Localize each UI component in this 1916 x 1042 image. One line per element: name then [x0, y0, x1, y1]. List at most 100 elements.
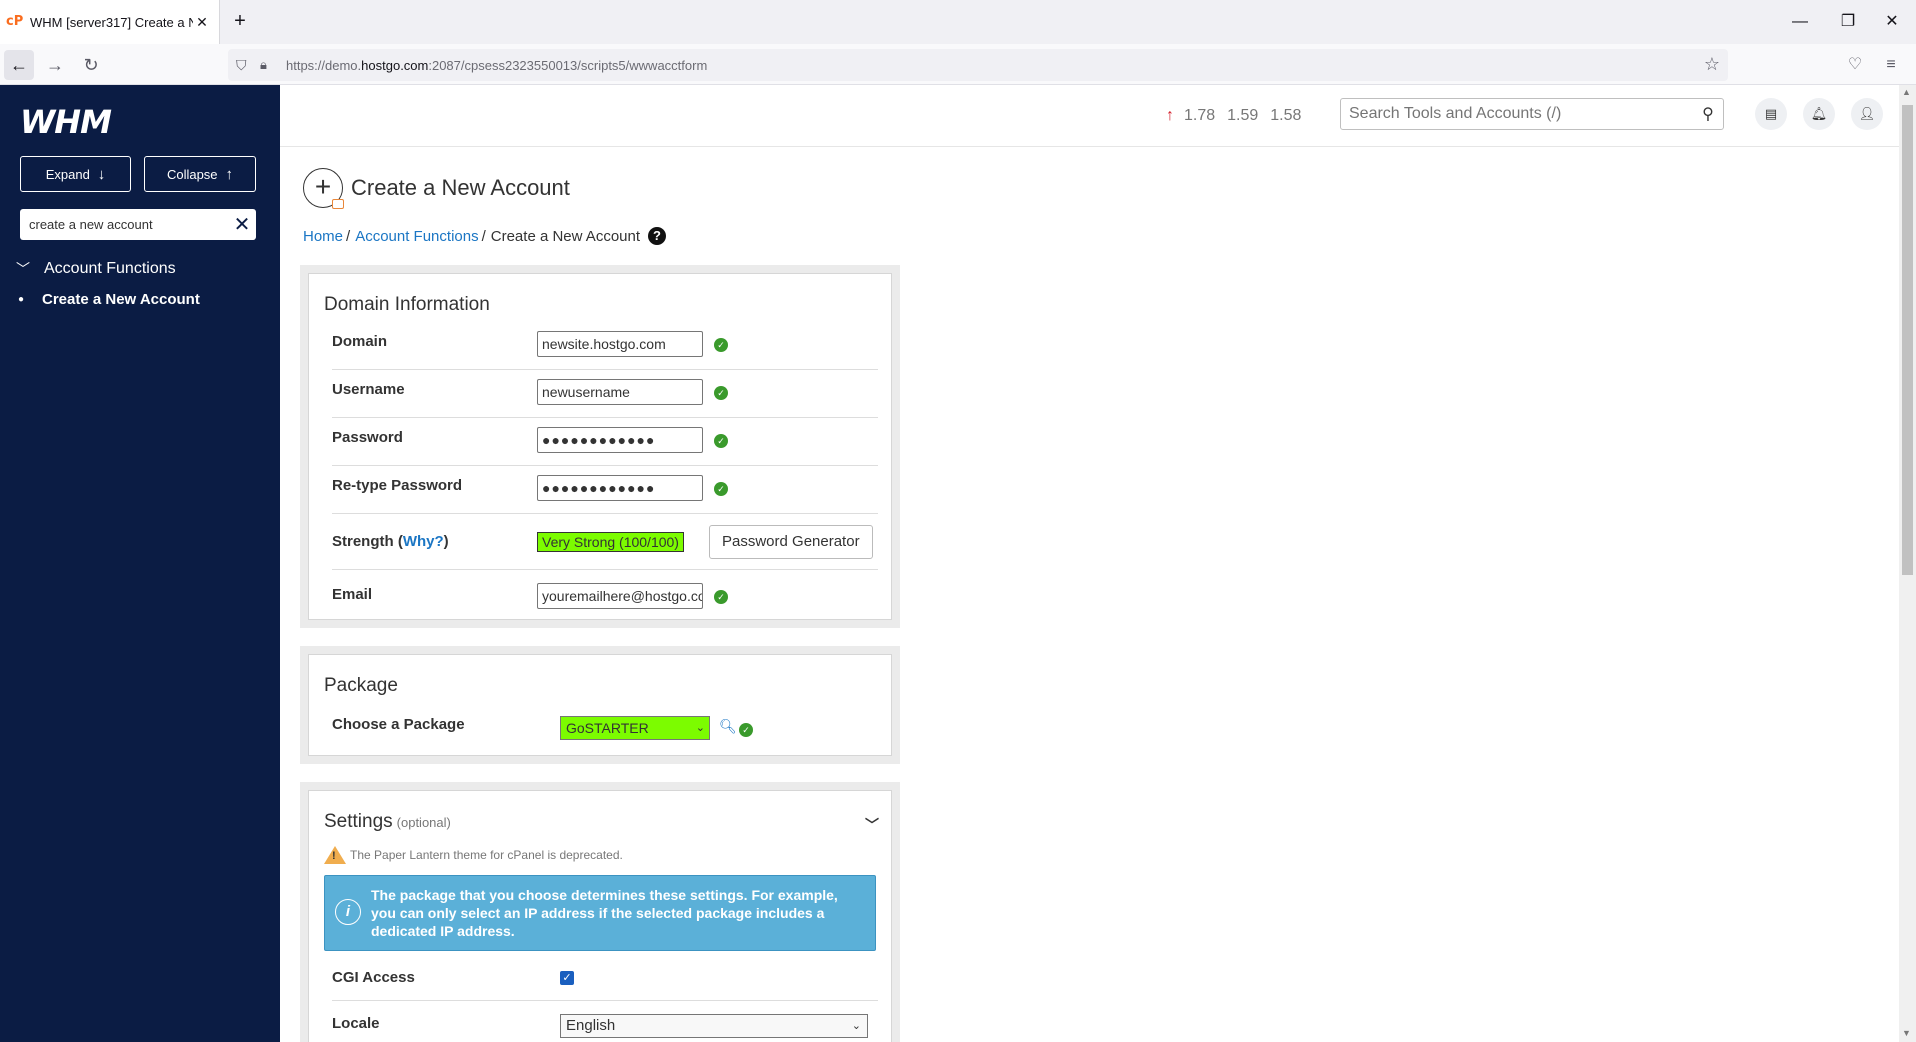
sidebar-item-create-account[interactable]: ● Create a New Account: [18, 291, 200, 308]
url-bar[interactable]: ⛉ 🔒︎ https://demo.hostgo.com:2087/cpsess…: [228, 49, 1728, 81]
restore-icon[interactable]: ❐: [1828, 8, 1868, 36]
sidebar-filter: ✕: [20, 209, 256, 240]
browser-tab[interactable]: cP WHM [server317] Create a New ✕: [0, 0, 220, 44]
locale-selected: English: [566, 1017, 616, 1034]
settings-info-text: The package that you choose determines t…: [371, 887, 838, 939]
check-icon: ✓: [714, 338, 728, 352]
check-icon: ✓: [714, 386, 728, 400]
new-tab-button[interactable]: +: [228, 10, 252, 34]
deprecation-warning-text: The Paper Lantern theme for cPanel is de…: [350, 848, 623, 862]
page-scrollbar[interactable]: ▲ ▼: [1899, 85, 1916, 1042]
deprecation-warning: ! The Paper Lantern theme for cPanel is …: [324, 846, 623, 864]
username-label: Username: [332, 381, 405, 398]
domain-label: Domain: [332, 333, 388, 350]
breadcrumb-account-functions[interactable]: Account Functions: [355, 228, 478, 245]
scroll-up-icon[interactable]: ▲: [1902, 87, 1911, 97]
package-select[interactable]: GoSTARTER ⌄: [560, 716, 710, 740]
bullet-icon: ●: [18, 294, 25, 305]
whm-sidebar: WHM Expand ↓ Collapse ↑ ✕ ﹀ Account Func…: [0, 85, 280, 1042]
minimize-icon[interactable]: —: [1780, 8, 1820, 36]
check-icon: ✓: [714, 482, 728, 496]
email-row: Email youremailhere@hostgo.com ✓: [332, 570, 878, 620]
domain-information-panel: Domain Information Domain newsite.hostgo…: [300, 265, 900, 628]
tab-title: WHM [server317] Create a New: [30, 14, 193, 30]
locale-label: Locale: [332, 1015, 380, 1032]
strength-why-link[interactable]: Why?: [403, 533, 444, 550]
tab-close-icon[interactable]: ✕: [193, 13, 211, 31]
retype-password-field[interactable]: ●●●●●●●●●●●●: [537, 475, 703, 501]
breadcrumb: Home / Account Functions / Create a New …: [303, 227, 667, 245]
email-field[interactable]: youremailhere@hostgo.com: [537, 583, 703, 609]
cgi-access-label: CGI Access: [332, 969, 415, 986]
help-icon[interactable]: ?: [648, 227, 667, 245]
scroll-down-icon[interactable]: ▼: [1902, 1028, 1911, 1038]
bell-icon[interactable]: 🔔︎: [1803, 98, 1835, 130]
locale-select[interactable]: English ⌄: [560, 1014, 868, 1038]
strength-label: Strength (Why?): [332, 533, 449, 550]
check-icon: ✓: [739, 723, 753, 737]
pocket-icon[interactable]: ♡: [1842, 52, 1868, 78]
domain-row: Domain newsite.hostgo.com ✓: [332, 322, 878, 370]
password-generator-button[interactable]: Password Generator: [709, 525, 873, 559]
settings-info-alert: i The package that you choose determines…: [324, 875, 876, 951]
expand-label: Expand: [45, 166, 90, 182]
load-15: 1.58: [1270, 107, 1302, 124]
load-up-arrow-icon: ↑: [1166, 107, 1174, 124]
server-icon[interactable]: ▤: [1755, 98, 1787, 130]
collapse-button[interactable]: Collapse ↑: [144, 156, 256, 192]
server-load: ↑ 1.78 1.59 1.58: [1166, 107, 1313, 125]
clear-filter-icon[interactable]: ✕: [228, 212, 256, 237]
window-close-icon[interactable]: ✕: [1872, 8, 1912, 36]
forward-icon[interactable]: →: [40, 50, 70, 80]
sidebar-item-label: Create a New Account: [42, 291, 200, 308]
strength-row: Strength (Why?) Very Strong (100/100) Pa…: [332, 514, 878, 570]
scroll-thumb[interactable]: [1902, 105, 1913, 575]
bookmark-star-icon[interactable]: ☆: [1704, 54, 1720, 75]
collapse-label: Collapse: [166, 166, 218, 182]
email-label: Email: [332, 586, 373, 603]
package-panel: Package Choose a Package GoSTARTER ⌄ 🔍︎ …: [300, 646, 900, 764]
main-content: + Create a New Account Home / Account Fu…: [280, 148, 1899, 1042]
breadcrumb-home[interactable]: Home: [303, 228, 343, 245]
search-icon[interactable]: ⚲: [1693, 104, 1723, 124]
url-text[interactable]: https://demo.hostgo.com:2087/cpsess23235…: [286, 58, 707, 73]
chevron-down-icon: ﹀: [16, 261, 30, 277]
tools-search: ⚲: [1340, 98, 1724, 130]
password-row: Password ●●●●●●●●●●●● ✓: [332, 418, 878, 466]
optional-label: (optional): [396, 815, 451, 830]
retype-password-row: Re-type Password ●●●●●●●●●●●● ✓: [332, 466, 878, 514]
browser-tabbar: cP WHM [server317] Create a New ✕ + — ❐ …: [0, 0, 1916, 44]
whm-logo[interactable]: WHM: [20, 103, 112, 141]
strength-meter: Very Strong (100/100): [537, 532, 684, 552]
domain-information-heading: Domain Information: [324, 294, 490, 315]
domain-field[interactable]: newsite.hostgo.com: [537, 331, 703, 357]
check-icon: ✓: [714, 590, 728, 604]
arrow-up-icon: ↑: [225, 165, 234, 183]
settings-collapse-chevron-icon[interactable]: ﹀: [865, 815, 879, 835]
shield-icon[interactable]: ⛉: [236, 57, 256, 74]
create-account-icon: +: [303, 168, 344, 209]
user-icon[interactable]: 👤︎: [1851, 98, 1883, 130]
chevron-down-icon: ⌄: [695, 722, 705, 734]
breadcrumb-current: Create a New Account: [490, 227, 641, 245]
lock-icon[interactable]: 🔒︎: [260, 57, 280, 73]
choose-package-label: Choose a Package: [332, 716, 465, 733]
locale-row: Locale English ⌄: [332, 1001, 878, 1042]
sidebar-group-account-functions[interactable]: ﹀ Account Functions: [16, 259, 176, 279]
password-field[interactable]: ●●●●●●●●●●●●: [537, 427, 703, 453]
expand-button[interactable]: Expand ↓: [20, 156, 131, 192]
username-field[interactable]: newusername: [537, 379, 703, 405]
reload-icon[interactable]: ↻: [76, 50, 106, 80]
check-icon: ✓: [714, 434, 728, 448]
sidebar-filter-input[interactable]: [20, 217, 228, 232]
cpanel-favicon-icon: cP: [6, 14, 24, 29]
menu-icon[interactable]: ≡: [1878, 52, 1904, 78]
tools-search-input[interactable]: [1341, 105, 1693, 123]
cgi-access-checkbox[interactable]: ✓: [560, 971, 574, 985]
load-1: 1.78: [1184, 107, 1216, 124]
page-title: Create a New Account: [351, 175, 570, 200]
username-row: Username newusername ✓: [332, 370, 878, 418]
back-icon[interactable]: ←: [4, 50, 34, 80]
browser-navbar: ← → ↻ ⛉ 🔒︎ https://demo.hostgo.com:2087/…: [0, 44, 1916, 85]
package-details-search-icon[interactable]: 🔍︎: [719, 718, 737, 735]
